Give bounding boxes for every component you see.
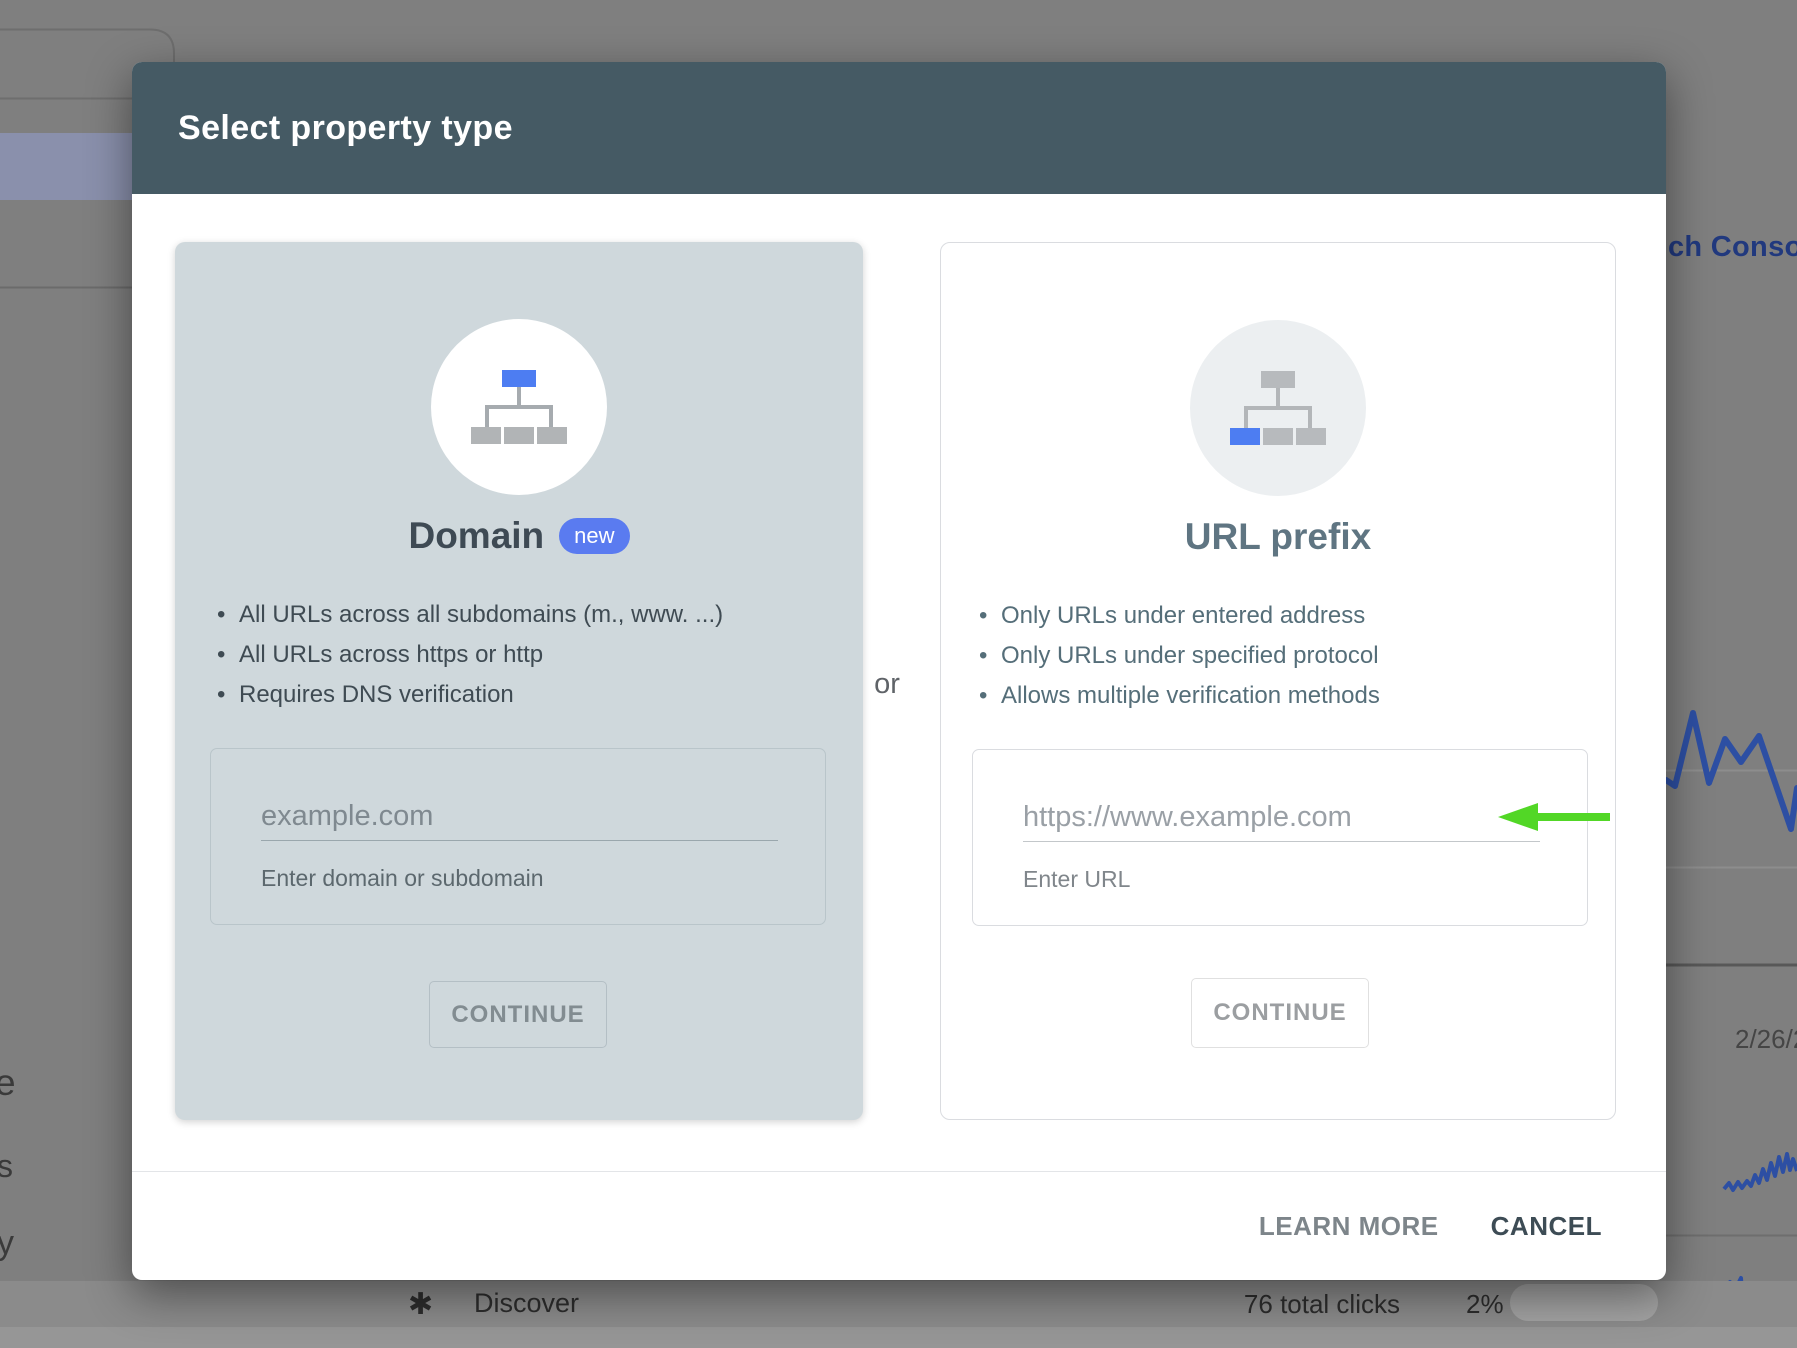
green-left-arrow-icon: [1498, 802, 1610, 832]
url-prefix-sitemap-icon: [1230, 371, 1326, 445]
domain-continue-button[interactable]: CONTINUE: [429, 981, 607, 1048]
url-input-box: Enter URL: [972, 749, 1588, 926]
domain-bullet-list: All URLs across all subdomains (m., www.…: [175, 595, 863, 715]
url-prefix-card-title: URL prefix: [1185, 516, 1371, 558]
asterisk-icon: ✱: [408, 1287, 433, 1322]
url-prefix-bullet-list: Only URLs under entered address Only URL…: [941, 596, 1615, 716]
url-prefix-continue-button[interactable]: CONTINUE: [1191, 978, 1369, 1048]
url-prefix-card-title-row: URL prefix: [941, 514, 1615, 560]
learn-more-button[interactable]: LEARN MORE: [1259, 1211, 1439, 1242]
total-clicks-value: 76 total clicks: [1237, 1289, 1400, 1320]
percent-value: 2%: [1466, 1289, 1504, 1320]
sidebar-text-fragment: e: [0, 1062, 16, 1104]
domain-property-card: Domain new All URLs across all subdomain…: [175, 242, 863, 1120]
discover-row-label: Discover: [474, 1288, 579, 1319]
dialog-title: Select property type: [178, 109, 513, 148]
url-input[interactable]: [1023, 794, 1540, 842]
url-prefix-bullet: Only URLs under specified protocol: [979, 636, 1615, 676]
domain-input-helper: Enter domain or subdomain: [261, 865, 544, 892]
url-prefix-property-card: URL prefix Only URLs under entered addre…: [940, 242, 1616, 1120]
domain-input-box: Enter domain or subdomain: [210, 748, 826, 925]
dialog-header: Select property type: [132, 62, 1666, 194]
dialog-footer: LEARN MORE CANCEL: [132, 1171, 1666, 1280]
domain-card-title: Domain: [408, 515, 544, 557]
url-prefix-icon-circle: [1190, 320, 1366, 496]
table-row-background: [0, 1327, 1797, 1348]
domain-icon-circle: [431, 319, 607, 495]
url-prefix-bullet: Only URLs under entered address: [979, 596, 1615, 636]
select-property-type-dialog: Select property type Domain new All URLs…: [132, 62, 1666, 1280]
chart-date-label: 2/26/2: [1735, 1024, 1797, 1055]
search-console-brand-text: ch Console: [1668, 231, 1797, 264]
domain-bullet: All URLs across all subdomains (m., www.…: [217, 595, 863, 635]
domain-card-title-row: Domain new: [175, 513, 863, 559]
sidebar-text-fragment: s: [0, 1148, 13, 1185]
or-separator: or: [854, 668, 920, 701]
selected-row-highlight: [0, 133, 140, 200]
row-sparkline: [1724, 1154, 1797, 1190]
url-input-helper: Enter URL: [1023, 866, 1130, 893]
new-badge: new: [559, 518, 629, 554]
progress-pill: [1510, 1284, 1658, 1321]
url-prefix-bullet: Allows multiple verification methods: [979, 676, 1615, 716]
cancel-button[interactable]: CANCEL: [1491, 1211, 1602, 1242]
domain-bullet: Requires DNS verification: [217, 675, 863, 715]
domain-input[interactable]: [261, 793, 778, 841]
domain-bullet: All URLs across https or http: [217, 635, 863, 675]
tab-outline: [0, 30, 174, 63]
sidebar-text-fragment: y: [0, 1224, 14, 1263]
domain-sitemap-icon: [471, 370, 567, 444]
